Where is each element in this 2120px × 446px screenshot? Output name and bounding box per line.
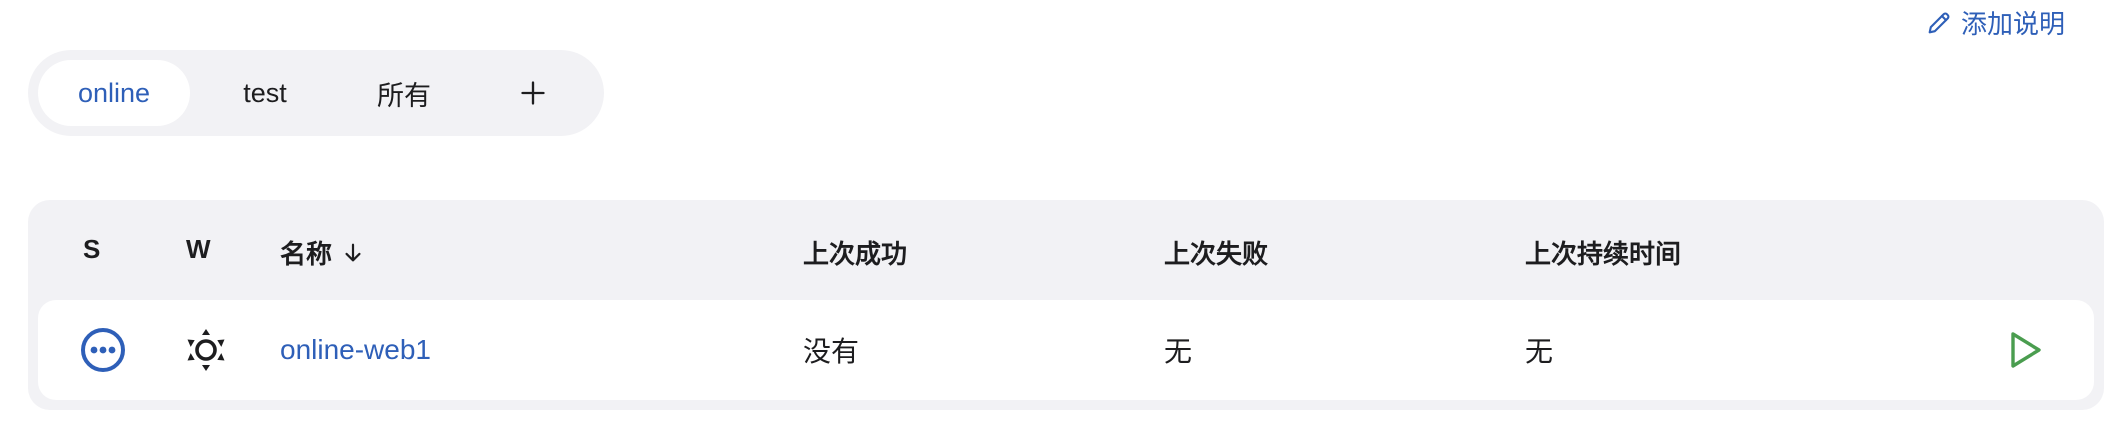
plus-icon — [519, 79, 547, 107]
tab-test[interactable]: test — [190, 60, 340, 126]
table-header: S W 名称 上次成功 上次失败 上次持续时间 — [28, 200, 2104, 300]
column-header-last-success[interactable]: 上次成功 — [803, 234, 907, 271]
column-header-last-duration[interactable]: 上次持续时间 — [1525, 234, 1681, 271]
column-header-name[interactable]: 名称 — [280, 234, 364, 271]
page: 添加说明 online test 所有 S W 名称 上次成功 上次失败 上次持… — [0, 0, 2120, 446]
column-header-status[interactable]: S — [83, 234, 100, 265]
last-success-value: 没有 — [803, 336, 860, 367]
column-header-last-failure[interactable]: 上次失败 — [1164, 234, 1268, 271]
sort-arrow-down-icon — [342, 242, 364, 264]
table-row: online-web1 没有 无 无 — [38, 300, 2094, 400]
add-view-button[interactable] — [468, 60, 598, 126]
last-duration-value: 无 — [1525, 336, 1554, 367]
last-failure-value: 无 — [1164, 336, 1193, 367]
tab-all[interactable]: 所有 — [340, 60, 468, 126]
pending-ellipsis-icon — [80, 300, 126, 400]
run-build-icon[interactable] — [2008, 300, 2044, 400]
tab-online[interactable]: online — [38, 60, 190, 126]
view-tabs: online test 所有 — [28, 50, 604, 136]
sunny-icon — [183, 300, 229, 400]
jobs-table: S W 名称 上次成功 上次失败 上次持续时间 online-web1 没有 无… — [28, 200, 2104, 410]
job-name-link[interactable]: online-web1 — [280, 300, 431, 400]
column-header-weather[interactable]: W — [186, 234, 211, 265]
pencil-icon — [1925, 9, 1953, 37]
add-description-label: 添加说明 — [1960, 9, 2065, 39]
add-description-link[interactable]: 添加说明 — [1925, 4, 2065, 41]
